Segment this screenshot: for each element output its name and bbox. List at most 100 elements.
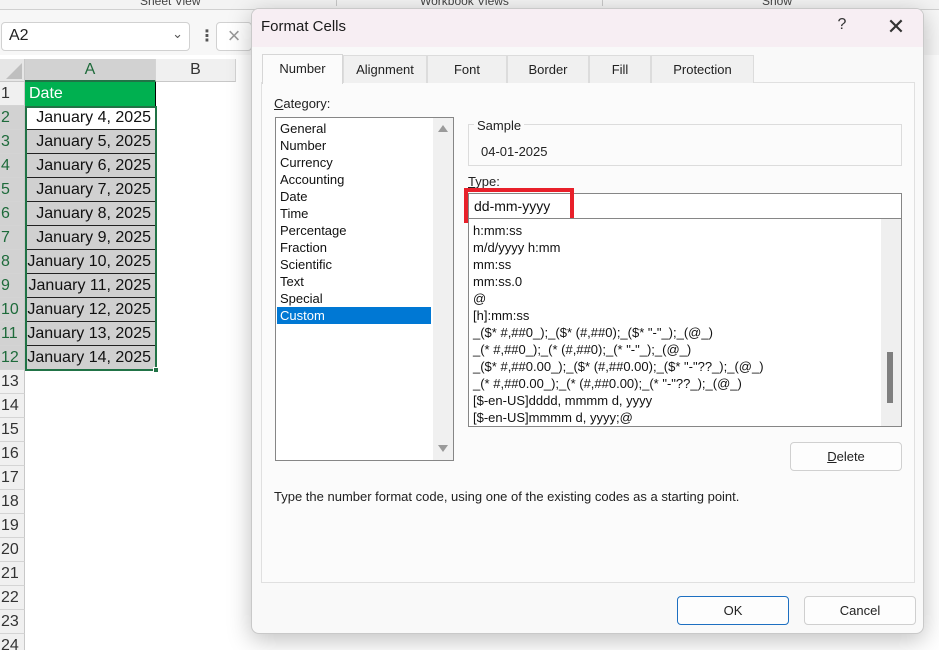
cancel-entry-button[interactable]: × [216,22,252,51]
tab-protection[interactable]: Protection [651,55,754,83]
date-cell[interactable]: January 14, 2025 [25,346,156,370]
help-button[interactable]: ? [832,16,852,40]
cell-a1[interactable]: Date [25,82,156,106]
date-cell[interactable]: January 10, 2025 [25,250,156,274]
name-box-value: A2 [9,27,29,44]
category-item[interactable]: Number [277,137,431,154]
type-input[interactable] [468,193,902,219]
category-item[interactable]: Scientific [277,256,431,273]
row-header[interactable]: 24 [0,634,25,650]
row-header[interactable]: 8 [0,250,25,274]
select-all-button[interactable] [0,59,25,82]
row-header[interactable]: 4 [0,154,25,178]
category-item[interactable]: Custom [277,307,431,324]
dialog-title: Format Cells [261,18,347,35]
row-header[interactable]: 17 [0,466,25,490]
category-list[interactable]: General Number Currency Accounting Date Time P… [275,117,454,461]
row-header[interactable]: 12 [0,346,25,370]
row-header[interactable]: 18 [0,490,25,514]
row-header[interactable]: 13 [0,370,25,394]
category-scrollbar[interactable] [433,118,453,460]
date-cell[interactable]: January 9, 2025 [25,226,156,250]
category-label: Category: [274,96,331,111]
category-item[interactable]: Fraction [277,239,431,256]
column-header-a[interactable]: A [25,59,156,82]
format-code-item[interactable]: _($* #,##0.00_);_($* (#,##0.00);_($* "-"… [473,358,764,375]
row-header[interactable]: 3 [0,130,25,154]
row-header[interactable]: 10 [0,298,25,322]
scroll-up-icon[interactable] [438,125,448,132]
row-header[interactable]: 9 [0,274,25,298]
delete-button[interactable]: Delete [790,442,902,471]
type-label: Type: [468,174,500,189]
row-header[interactable]: 16 [0,442,25,466]
format-cells-dialog: Format Cells ? ✕ Number Alignment Font B… [251,8,924,634]
date-cell[interactable]: January 6, 2025 [25,154,156,178]
ribbon-separator [602,0,603,6]
row-header[interactable]: 23 [0,610,25,634]
row-header[interactable]: 2 [0,106,25,130]
format-code-item[interactable]: mm:ss [473,256,511,273]
scrollbar-thumb[interactable] [887,352,893,403]
row-header[interactable]: 14 [0,394,25,418]
fill-handle[interactable] [153,367,159,373]
format-code-item[interactable]: [$-en-US]dddd, mmmm d, yyyy [473,392,652,409]
category-item[interactable]: Currency [277,154,431,171]
format-code-item[interactable]: mm:ss.0 [473,273,522,290]
category-item[interactable]: Percentage [277,222,431,239]
date-cell[interactable]: January 8, 2025 [25,202,156,226]
scroll-down-icon[interactable] [438,445,448,452]
row-header[interactable]: 15 [0,418,25,442]
category-item[interactable]: Time [277,205,431,222]
row-header[interactable]: 21 [0,562,25,586]
close-button[interactable]: ✕ [882,14,910,42]
tab-font[interactable]: Font [427,55,507,83]
row-header[interactable]: 5 [0,178,25,202]
format-code-item[interactable]: _(* #,##0_);_(* (#,##0);_(* "-"_);_(@_) [473,341,691,358]
row-header[interactable]: 1 [0,82,25,106]
cancel-button[interactable]: Cancel [804,596,916,625]
sample-label: Sample [474,118,525,133]
format-code-list[interactable]: h:mm:ss m/d/yyyy h:mm mm:ss mm:ss.0 @ [h]:mm:… [468,218,902,427]
dialog-titlebar[interactable]: Format Cells ? ✕ [252,9,923,47]
row-header[interactable]: 19 [0,514,25,538]
date-cell[interactable]: January 7, 2025 [25,178,156,202]
row-header[interactable]: 7 [0,226,25,250]
tab-fill[interactable]: Fill [589,55,651,83]
date-cell[interactable]: January 5, 2025 [25,130,156,154]
format-code-item[interactable]: [h]:mm:ss [473,307,529,324]
ok-button[interactable]: OK [677,596,789,625]
ribbon-group-sheet-view: Sheet View [140,0,201,8]
column-header-b[interactable]: B [156,59,236,82]
date-cell[interactable]: January 12, 2025 [25,298,156,322]
category-item[interactable]: Date [277,188,431,205]
date-cell[interactable]: January 4, 2025 [25,106,156,130]
category-item[interactable]: Text [277,273,431,290]
row-header[interactable]: 22 [0,586,25,610]
row-header[interactable]: 20 [0,538,25,562]
date-cell[interactable]: January 13, 2025 [25,322,156,346]
row-header[interactable]: 6 [0,202,25,226]
ribbon-group-show: Show [762,0,793,8]
hint-text: Type the number format code, using one o… [274,489,740,504]
category-item[interactable]: Special [277,290,431,307]
format-code-item[interactable]: _($* #,##0_);_($* (#,##0);_($* "-"_);_(@… [473,324,713,341]
sample-value: 04-01-2025 [481,144,548,159]
tab-border[interactable]: Border [507,55,589,83]
name-box[interactable]: A2 ⌄ [1,22,190,51]
category-item[interactable]: General [277,120,431,137]
format-code-item[interactable]: @ [473,290,486,307]
row-header[interactable]: 11 [0,322,25,346]
format-code-item[interactable]: m/d/yyyy h:mm [473,239,560,256]
format-code-item[interactable]: h:mm:ss [473,222,522,239]
category-item[interactable]: Accounting [277,171,431,188]
more-options-icon[interactable]: ⋮ [199,26,215,46]
ribbon-separator [336,0,337,6]
format-code-scrollbar[interactable] [881,219,901,426]
format-code-item[interactable]: [$-en-US]mmmm d, yyyy;@ [473,409,633,426]
tab-alignment[interactable]: Alignment [343,55,427,83]
format-code-item[interactable]: _(* #,##0.00_);_(* (#,##0.00);_(* "-"??_… [473,375,742,392]
date-cell[interactable]: January 11, 2025 [25,274,156,298]
tab-number[interactable]: Number [262,54,343,84]
chevron-down-icon[interactable]: ⌄ [172,26,183,42]
